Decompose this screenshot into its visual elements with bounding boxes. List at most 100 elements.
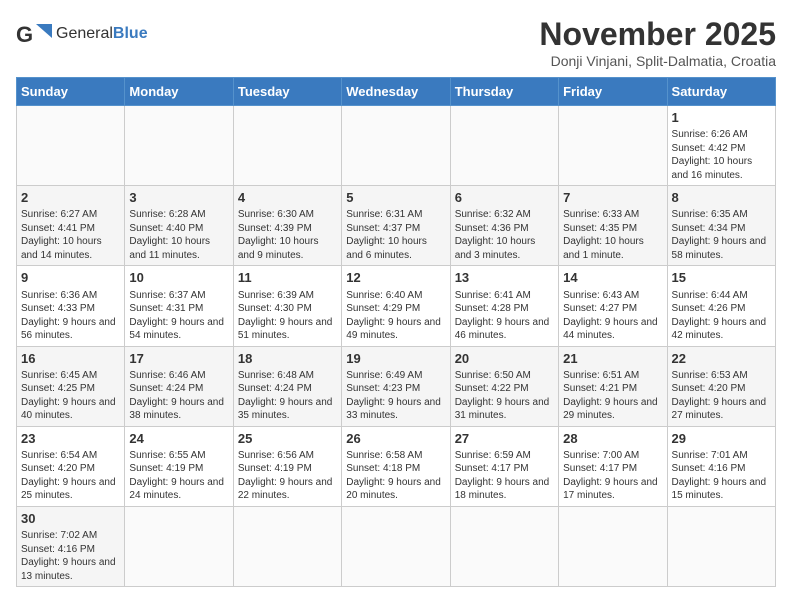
- day-number: 25: [238, 430, 337, 448]
- calendar-cell: 29Sunrise: 7:01 AM Sunset: 4:16 PM Dayli…: [667, 426, 775, 506]
- day-sun-info: Sunrise: 6:33 AM Sunset: 4:35 PM Dayligh…: [563, 208, 662, 262]
- calendar-cell: 16Sunrise: 6:45 AM Sunset: 4:25 PM Dayli…: [17, 346, 125, 426]
- calendar-cell: [559, 506, 667, 586]
- day-number: 18: [238, 350, 337, 368]
- calendar-cell: 23Sunrise: 6:54 AM Sunset: 4:20 PM Dayli…: [17, 426, 125, 506]
- day-number: 17: [129, 350, 228, 368]
- calendar-cell: [342, 506, 450, 586]
- day-sun-info: Sunrise: 7:00 AM Sunset: 4:17 PM Dayligh…: [563, 449, 662, 503]
- day-number: 2: [21, 189, 120, 207]
- day-sun-info: Sunrise: 7:01 AM Sunset: 4:16 PM Dayligh…: [672, 449, 771, 503]
- calendar-cell: 13 Sunrise: 6:41 AM Sunset: 4:28 PM Dayli…: [450, 266, 558, 346]
- day-number: 3: [129, 189, 228, 207]
- col-header-tuesday: Tuesday: [233, 78, 341, 106]
- calendar-cell: 19Sunrise: 6:49 AM Sunset: 4:23 PM Dayli…: [342, 346, 450, 426]
- svg-text:G: G: [16, 22, 33, 47]
- calendar-cell: 15Sunrise: 6:44 AM Sunset: 4:26 PM Dayli…: [667, 266, 775, 346]
- calendar-cell: 6Sunrise: 6:32 AM Sunset: 4:36 PM Daylig…: [450, 186, 558, 266]
- day-sun-info: Sunrise: 6:54 AM Sunset: 4:20 PM Dayligh…: [21, 449, 120, 503]
- calendar-cell: 24Sunrise: 6:55 AM Sunset: 4:19 PM Dayli…: [125, 426, 233, 506]
- day-number: 21: [563, 350, 662, 368]
- day-number: 28: [563, 430, 662, 448]
- calendar-cell: 5Sunrise: 6:31 AM Sunset: 4:37 PM Daylig…: [342, 186, 450, 266]
- day-sun-info: Sunrise: 6:39 AM Sunset: 4:30 PM Dayligh…: [238, 289, 337, 343]
- calendar-cell: [17, 106, 125, 186]
- calendar-cell: 10 Sunrise: 6:37 AM Sunset: 4:31 PM Dayli…: [125, 266, 233, 346]
- day-sun-info: Sunrise: 6:31 AM Sunset: 4:37 PM Dayligh…: [346, 208, 445, 262]
- page-header: G GeneralBlue November 2025 Donji Vinjan…: [16, 16, 776, 69]
- day-number: 15: [672, 269, 771, 287]
- col-header-saturday: Saturday: [667, 78, 775, 106]
- col-header-sunday: Sunday: [17, 78, 125, 106]
- day-sun-info: Sunrise: 6:51 AM Sunset: 4:21 PM Dayligh…: [563, 369, 662, 423]
- calendar-cell: 18Sunrise: 6:48 AM Sunset: 4:24 PM Dayli…: [233, 346, 341, 426]
- calendar-cell: 14Sunrise: 6:43 AM Sunset: 4:27 PM Dayli…: [559, 266, 667, 346]
- calendar-table: SundayMondayTuesdayWednesdayThursdayFrid…: [16, 77, 776, 587]
- calendar-cell: 26Sunrise: 6:58 AM Sunset: 4:18 PM Dayli…: [342, 426, 450, 506]
- calendar-cell: [667, 506, 775, 586]
- day-number: 6: [455, 189, 554, 207]
- calendar-cell: 21Sunrise: 6:51 AM Sunset: 4:21 PM Dayli…: [559, 346, 667, 426]
- calendar-cell: [450, 106, 558, 186]
- col-header-wednesday: Wednesday: [342, 78, 450, 106]
- calendar-week-row: 2Sunrise: 6:27 AM Sunset: 4:41 PM Daylig…: [17, 186, 776, 266]
- day-sun-info: Sunrise: 6:46 AM Sunset: 4:24 PM Dayligh…: [129, 369, 228, 423]
- day-sun-info: Sunrise: 6:41 AM Sunset: 4:28 PM Dayligh…: [455, 289, 554, 343]
- title-block: November 2025 Donji Vinjani, Split-Dalma…: [539, 16, 776, 69]
- calendar-cell: [450, 506, 558, 586]
- calendar-cell: 25Sunrise: 6:56 AM Sunset: 4:19 PM Dayli…: [233, 426, 341, 506]
- calendar-week-row: 23Sunrise: 6:54 AM Sunset: 4:20 PM Dayli…: [17, 426, 776, 506]
- calendar-cell: 1Sunrise: 6:26 AM Sunset: 4:42 PM Daylig…: [667, 106, 775, 186]
- day-sun-info: Sunrise: 6:26 AM Sunset: 4:42 PM Dayligh…: [672, 128, 771, 182]
- month-title: November 2025: [539, 16, 776, 53]
- calendar-week-row: 30Sunrise: 7:02 AM Sunset: 4:16 PM Dayli…: [17, 506, 776, 586]
- calendar-cell: [233, 106, 341, 186]
- calendar-cell: 4Sunrise: 6:30 AM Sunset: 4:39 PM Daylig…: [233, 186, 341, 266]
- day-number: 26: [346, 430, 445, 448]
- col-header-thursday: Thursday: [450, 78, 558, 106]
- day-number: 7: [563, 189, 662, 207]
- day-sun-info: Sunrise: 6:30 AM Sunset: 4:39 PM Dayligh…: [238, 208, 337, 262]
- day-number: 8: [672, 189, 771, 207]
- col-header-monday: Monday: [125, 78, 233, 106]
- day-sun-info: Sunrise: 6:32 AM Sunset: 4:36 PM Dayligh…: [455, 208, 554, 262]
- day-sun-info: Sunrise: 6:58 AM Sunset: 4:18 PM Dayligh…: [346, 449, 445, 503]
- calendar-cell: 9Sunrise: 6:36 AM Sunset: 4:33 PM Daylig…: [17, 266, 125, 346]
- logo-icon: G: [16, 16, 52, 52]
- day-number: 12: [346, 269, 445, 287]
- day-sun-info: Sunrise: 7:02 AM Sunset: 4:16 PM Dayligh…: [21, 529, 120, 583]
- logo-text: GeneralBlue: [56, 25, 148, 43]
- day-number: 30: [21, 510, 120, 528]
- day-sun-info: Sunrise: 6:56 AM Sunset: 4:19 PM Dayligh…: [238, 449, 337, 503]
- calendar-cell: 12Sunrise: 6:40 AM Sunset: 4:29 PM Dayli…: [342, 266, 450, 346]
- day-sun-info: Sunrise: 6:53 AM Sunset: 4:20 PM Dayligh…: [672, 369, 771, 423]
- day-sun-info: Sunrise: 6:49 AM Sunset: 4:23 PM Dayligh…: [346, 369, 445, 423]
- day-sun-info: Sunrise: 6:45 AM Sunset: 4:25 PM Dayligh…: [21, 369, 120, 423]
- day-sun-info: Sunrise: 6:36 AM Sunset: 4:33 PM Dayligh…: [21, 289, 120, 343]
- day-number: 5: [346, 189, 445, 207]
- day-number: 20: [455, 350, 554, 368]
- day-number: 10: [129, 269, 228, 287]
- calendar-cell: 2Sunrise: 6:27 AM Sunset: 4:41 PM Daylig…: [17, 186, 125, 266]
- day-sun-info: Sunrise: 6:37 AM Sunset: 4:31 PM Dayligh…: [129, 289, 228, 343]
- calendar-cell: [233, 506, 341, 586]
- day-sun-info: Sunrise: 6:28 AM Sunset: 4:40 PM Dayligh…: [129, 208, 228, 262]
- day-number: 23: [21, 430, 120, 448]
- calendar-cell: 22Sunrise: 6:53 AM Sunset: 4:20 PM Dayli…: [667, 346, 775, 426]
- calendar-header-row: SundayMondayTuesdayWednesdayThursdayFrid…: [17, 78, 776, 106]
- day-sun-info: Sunrise: 6:55 AM Sunset: 4:19 PM Dayligh…: [129, 449, 228, 503]
- day-number: 16: [21, 350, 120, 368]
- calendar-cell: 27Sunrise: 6:59 AM Sunset: 4:17 PM Dayli…: [450, 426, 558, 506]
- day-sun-info: Sunrise: 6:35 AM Sunset: 4:34 PM Dayligh…: [672, 208, 771, 262]
- day-number: 19: [346, 350, 445, 368]
- calendar-week-row: 9Sunrise: 6:36 AM Sunset: 4:33 PM Daylig…: [17, 266, 776, 346]
- day-number: 27: [455, 430, 554, 448]
- day-number: 1: [672, 109, 771, 127]
- day-number: 14: [563, 269, 662, 287]
- calendar-cell: 17Sunrise: 6:46 AM Sunset: 4:24 PM Dayli…: [125, 346, 233, 426]
- day-number: 29: [672, 430, 771, 448]
- calendar-week-row: 16Sunrise: 6:45 AM Sunset: 4:25 PM Dayli…: [17, 346, 776, 426]
- calendar-cell: 3Sunrise: 6:28 AM Sunset: 4:40 PM Daylig…: [125, 186, 233, 266]
- calendar-cell: 28Sunrise: 7:00 AM Sunset: 4:17 PM Dayli…: [559, 426, 667, 506]
- day-number: 13: [455, 269, 554, 287]
